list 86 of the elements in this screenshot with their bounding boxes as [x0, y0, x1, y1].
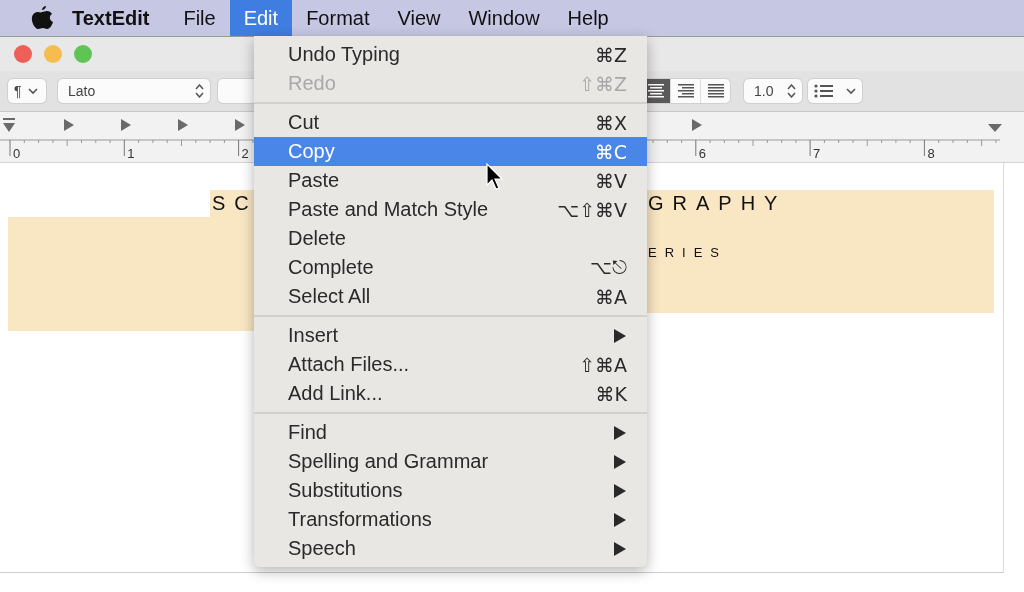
tab-stop-icon[interactable]	[64, 119, 74, 131]
ruler-number: 6	[698, 146, 707, 161]
close-button[interactable]	[14, 45, 32, 63]
chevron-icon	[27, 87, 38, 95]
menu-bar-item[interactable]: Edit	[229, 0, 293, 36]
menu-item[interactable]: Find	[254, 418, 647, 447]
menu-item[interactable]: Copy ⌘C	[254, 137, 647, 166]
menu-item[interactable]: Delete	[254, 224, 647, 253]
shortcut-label: ⌘V	[595, 169, 627, 192]
menu-item-label: Add Link...	[288, 382, 383, 405]
submenu-arrow-icon	[613, 424, 627, 441]
ruler-number: 1	[127, 146, 135, 161]
menu-item-label: Copy	[288, 140, 335, 163]
shortcut-label: ⌘K	[595, 382, 627, 405]
menu-item[interactable]: Insert	[254, 321, 647, 350]
ruler-number: 7	[813, 146, 821, 161]
document-subheading: ERIES	[648, 245, 727, 260]
bullet-list-icon	[814, 84, 834, 98]
pointer-cursor-icon	[486, 163, 504, 191]
align-icon	[675, 84, 696, 98]
menu-item[interactable]: Complete ⌥⎋	[254, 253, 647, 282]
menu-item-label: Substitutions	[288, 479, 403, 502]
ruler-number: 2	[241, 146, 249, 161]
menu-item-label: Paste and Match Style	[288, 198, 489, 221]
shortcut-label: ⌘A	[595, 285, 627, 308]
menu-item[interactable]: Transformations	[254, 505, 647, 534]
shortcut-label: ⌥⇧⌘V	[557, 198, 627, 221]
document-heading: GRAPHY	[648, 192, 787, 215]
ruler-number: 8	[927, 146, 935, 161]
menu-item-label: Redo	[288, 72, 336, 95]
menu-item[interactable]: Cut ⌘X	[254, 108, 647, 137]
menu-item-label: Delete	[288, 227, 346, 250]
align-justify-button[interactable]	[700, 79, 730, 103]
chevron-icon	[846, 87, 856, 95]
tab-stop-icon[interactable]	[235, 119, 245, 131]
submenu-arrow-icon	[613, 453, 627, 470]
shortcut-label: ⇧⌘Z	[579, 72, 627, 95]
menu-item[interactable]: Attach Files... ⇧⌘A	[254, 350, 647, 379]
menu-item[interactable]: Paste ⌘V	[254, 166, 647, 195]
shortcut-label: ⌘Z	[594, 43, 627, 66]
submenu-arrow-icon	[613, 482, 627, 499]
shortcut-label: ⌥⎋	[590, 256, 627, 279]
ruler-number: 0	[13, 146, 21, 161]
menu-item-label: Find	[288, 421, 327, 444]
line-spacing-popup[interactable]: 1.0	[744, 79, 802, 103]
menu-bar-item[interactable]: File	[169, 0, 230, 36]
right-margin-icon[interactable]	[988, 124, 1002, 132]
submenu-arrow-icon	[613, 540, 627, 557]
menu-bar-item[interactable]: View	[383, 0, 455, 36]
menu-item-label: Attach Files...	[288, 353, 410, 376]
shortcut-label: ⇧⌘A	[579, 353, 627, 376]
app-name-menu[interactable]: TextEdit	[72, 6, 150, 30]
shortcut-label: ⌘X	[594, 111, 627, 134]
menu-item[interactable]: Substitutions	[254, 476, 647, 505]
submenu-arrow-icon	[613, 511, 627, 528]
menu-item-label: Insert	[288, 324, 339, 347]
paragraph-style-popup[interactable]: ¶	[8, 79, 46, 103]
align-right-button[interactable]	[670, 79, 700, 103]
menu-item-label: Cut	[288, 111, 320, 134]
shortcut-label: ⌘C	[594, 140, 627, 163]
menu-item-label: Speech	[288, 537, 356, 560]
tab-stop-icon[interactable]	[692, 119, 702, 131]
stepper-icon	[787, 84, 796, 98]
menu-bar-item[interactable]: Help	[553, 0, 623, 36]
menu-item-label: Spelling and Grammar	[288, 450, 489, 473]
menu-item[interactable]: Select All ⌘A	[254, 282, 647, 311]
tab-stop-icon[interactable]	[178, 119, 188, 131]
menu-item[interactable]: Speech	[254, 534, 647, 563]
list-style-popup[interactable]	[808, 79, 862, 103]
menu-item-label: Complete	[288, 256, 374, 279]
menu-bar-item[interactable]: Format	[292, 0, 384, 36]
align-icon	[705, 84, 726, 98]
menu-bar-item[interactable]: Window	[454, 0, 554, 36]
menu-item-label: Undo Typing	[288, 43, 400, 66]
indent-marker-icon[interactable]	[3, 118, 15, 132]
menu-item-label: Transformations	[288, 508, 432, 531]
menu-item[interactable]: Add Link... ⌘K	[254, 379, 647, 408]
apple-logo-icon	[30, 4, 54, 32]
menu-item-label: Select All	[288, 285, 371, 308]
align-icon	[645, 84, 666, 98]
menu-item[interactable]: Spelling and Grammar	[254, 447, 647, 476]
submenu-arrow-icon	[613, 327, 627, 344]
tab-stop-icon[interactable]	[121, 119, 131, 131]
stepper-icon	[195, 84, 204, 98]
menu-item-label: Paste	[288, 169, 340, 192]
font-popup[interactable]: Lato	[58, 79, 210, 103]
